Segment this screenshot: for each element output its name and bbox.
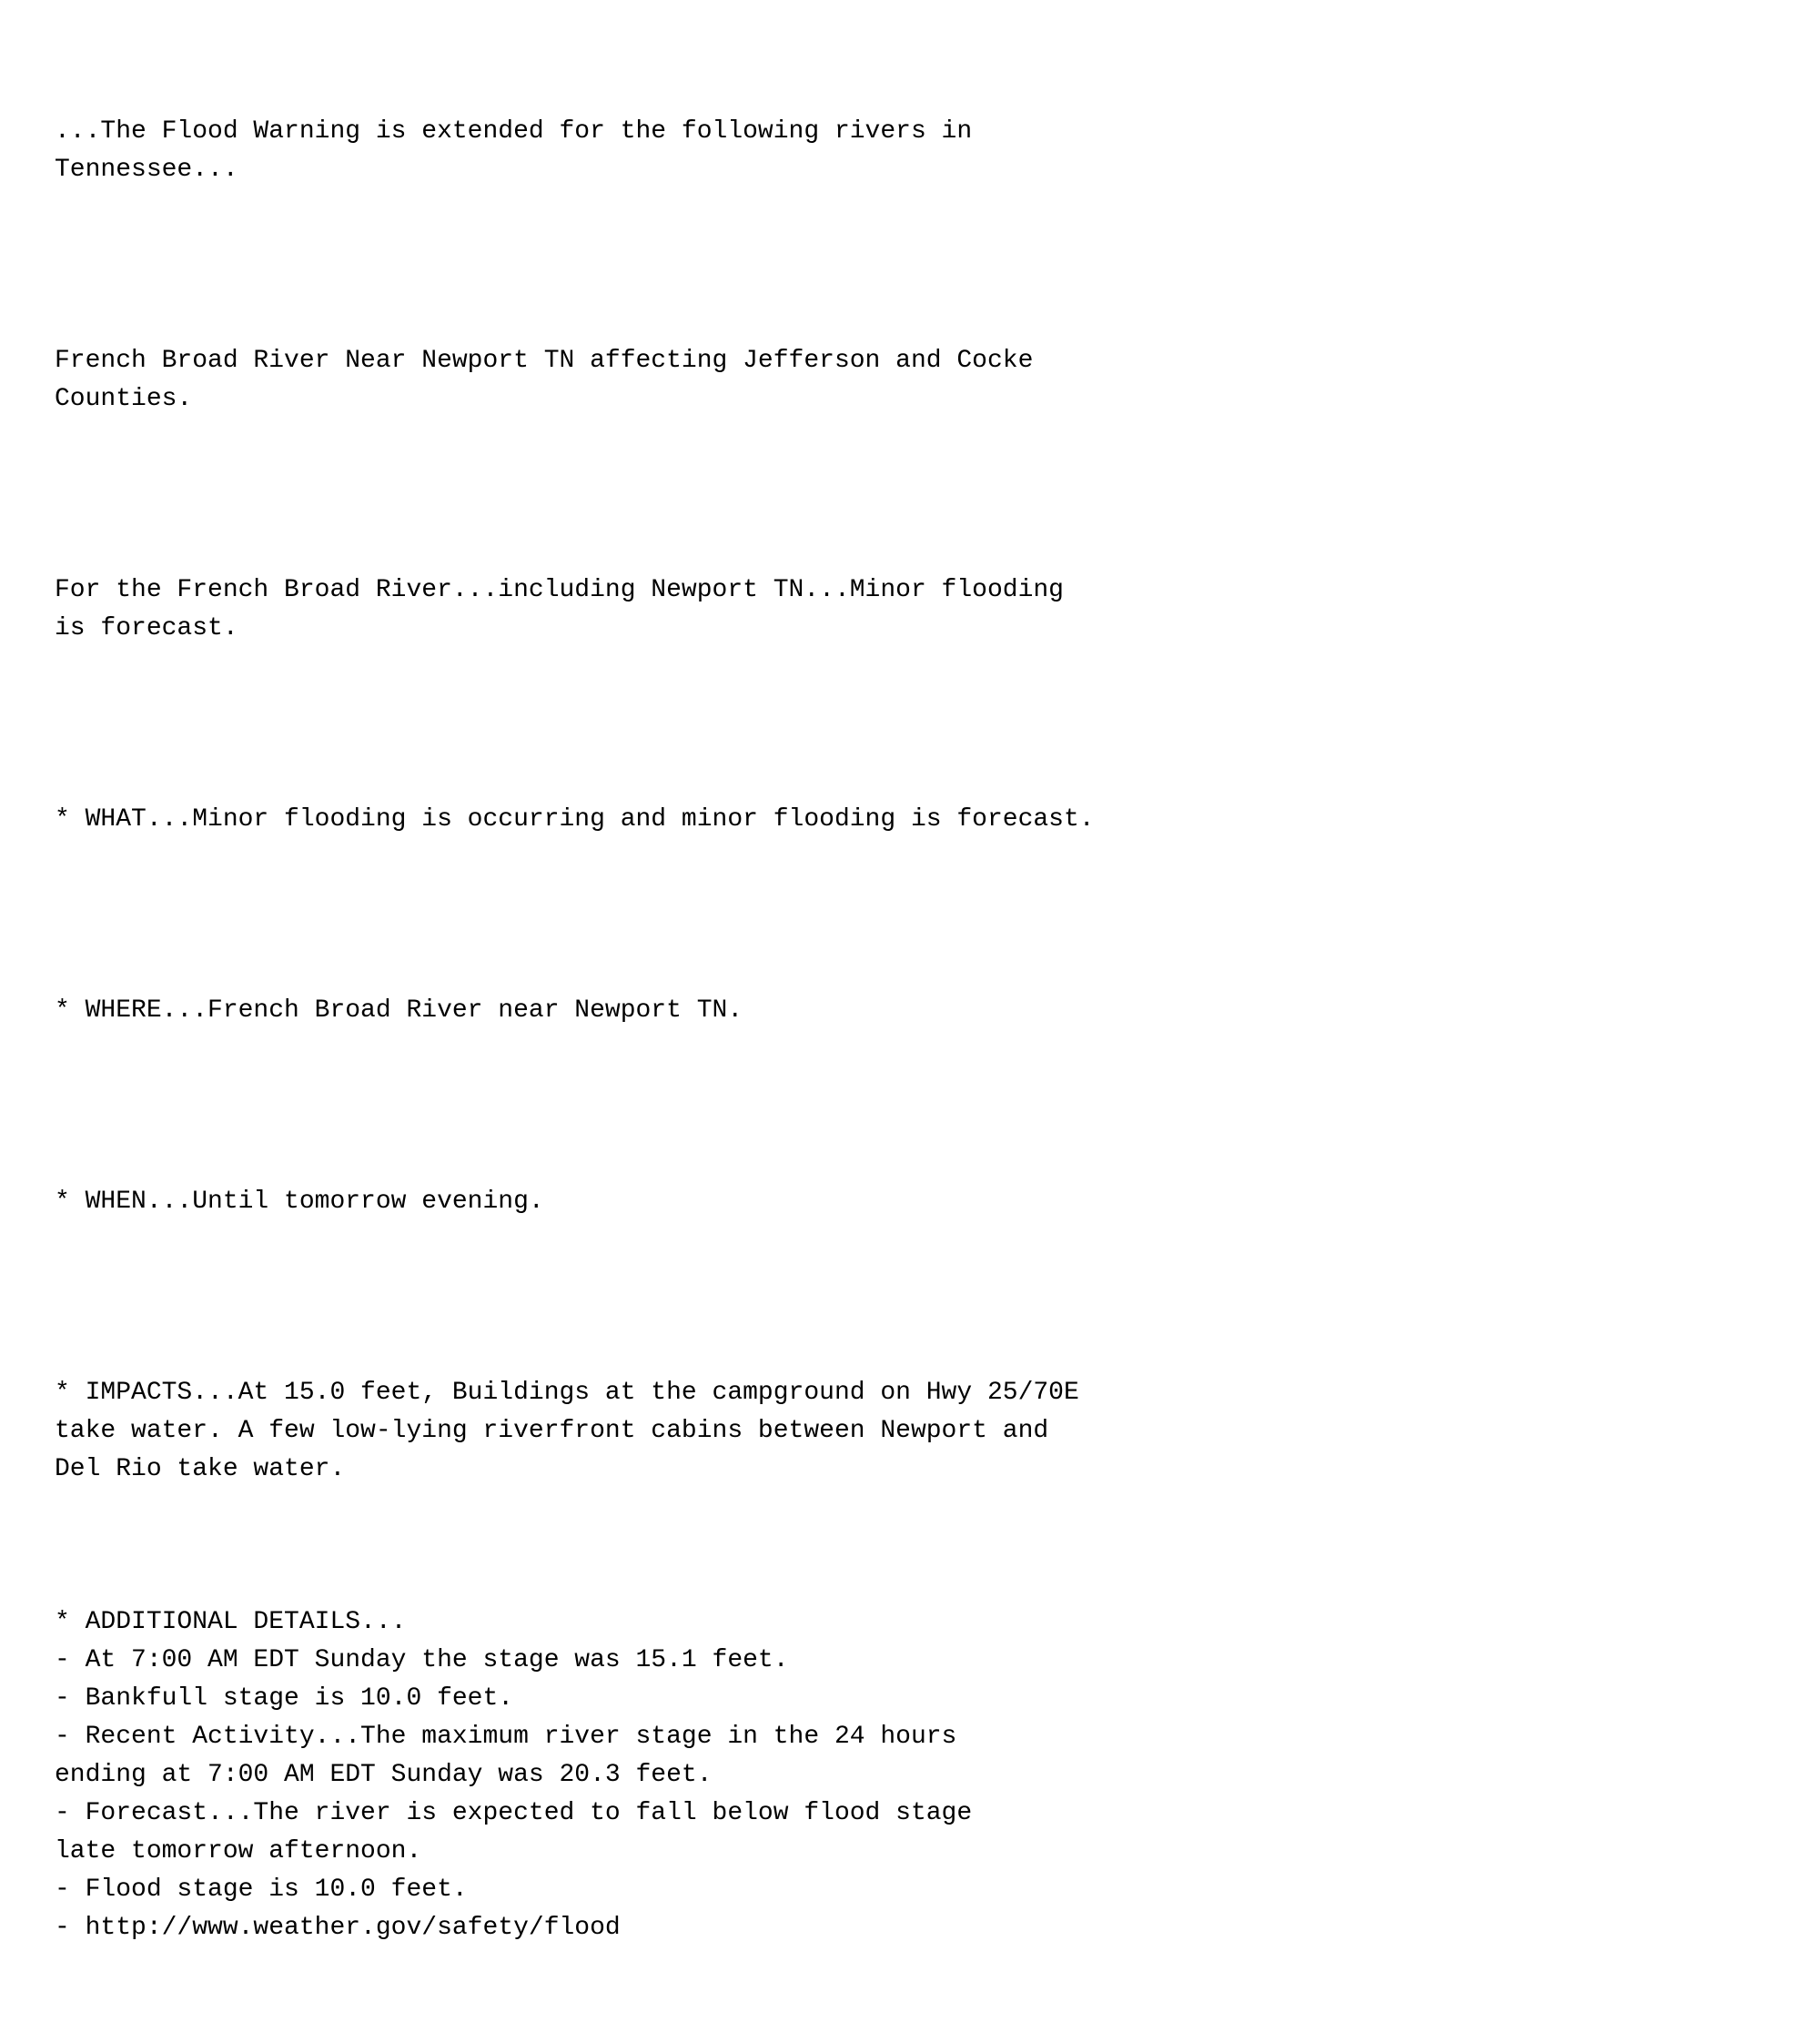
- when-paragraph: * WHEN...Until tomorrow evening.: [55, 1183, 1765, 1221]
- what-paragraph: * WHAT...Minor flooding is occurring and…: [55, 801, 1765, 839]
- location-paragraph: French Broad River Near Newport TN affec…: [55, 342, 1765, 419]
- where-paragraph: * WHERE...French Broad River near Newpor…: [55, 992, 1765, 1030]
- intro-paragraph: ...The Flood Warning is extended for the…: [55, 113, 1765, 189]
- additional-details-paragraph: * ADDITIONAL DETAILS... - At 7:00 AM EDT…: [55, 1565, 1765, 1947]
- forecast-summary-paragraph: For the French Broad River...including N…: [55, 571, 1765, 648]
- flood-warning-content: ...The Flood Warning is extended for the…: [55, 36, 1765, 1986]
- impacts-paragraph: * IMPACTS...At 15.0 feet, Buildings at t…: [55, 1374, 1765, 1489]
